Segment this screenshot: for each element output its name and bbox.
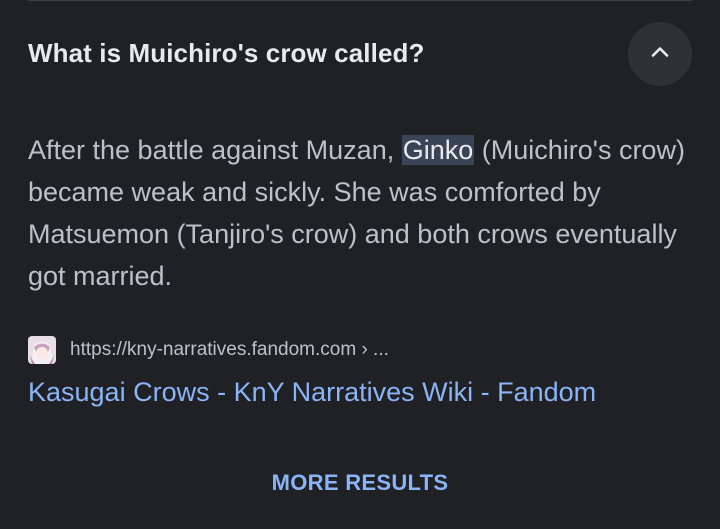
more-results-row: MORE RESULTS [0,470,720,496]
source-row[interactable]: https://kny-narratives.fandom.com › ... [28,336,389,364]
chevron-up-icon [648,40,672,69]
faq-question[interactable]: What is Muichiro's crow called? [28,38,424,69]
source-url[interactable]: https://kny-narratives.fandom.com › ... [70,339,389,361]
site-favicon [28,336,56,364]
faq-answer: After the battle against Muzan, Ginko (M… [28,129,692,297]
top-divider [28,0,692,1]
faq-question-row[interactable]: What is Muichiro's crow called? [28,22,692,86]
answer-text-before: After the battle against Muzan, [28,135,402,165]
answer-highlight: Ginko [401,135,475,165]
more-results-button[interactable]: MORE RESULTS [272,470,449,495]
collapse-button[interactable] [628,22,692,86]
result-title-link[interactable]: Kasugai Crows - KnY Narratives Wiki - Fa… [28,377,596,408]
